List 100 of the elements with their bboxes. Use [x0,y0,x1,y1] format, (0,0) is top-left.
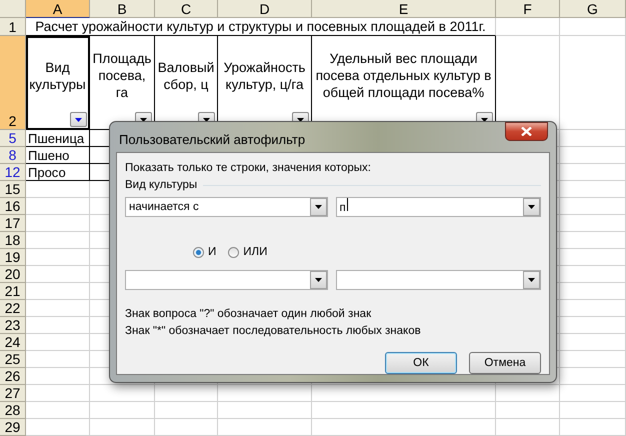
row-header[interactable]: 1 [0,18,26,36]
radio-icon[interactable] [228,247,240,258]
radio-icon[interactable] [193,247,204,258]
dropdown-arrow-icon [528,205,535,209]
grid-cell[interactable] [560,283,626,300]
grid-cell[interactable] [496,419,560,436]
grid-cell[interactable] [312,402,496,419]
grid-cell[interactable] [560,249,626,266]
grid-cell[interactable] [560,266,626,283]
close-icon [521,127,532,136]
row-header[interactable]: 16 [0,198,26,215]
dropdown-button[interactable] [523,271,540,289]
grid-cell[interactable] [90,419,155,436]
grid-cell[interactable] [26,300,90,317]
grid-cell[interactable] [560,215,626,232]
grid-cell[interactable] [496,385,560,402]
dropdown-arrow-icon [481,118,488,122]
grid-cell[interactable] [560,385,626,402]
grid-cell[interactable] [218,385,312,402]
grid-cell[interactable] [155,419,218,436]
row-header[interactable]: 5 [0,130,26,147]
grid-cell[interactable] [90,385,155,402]
grid-cell[interactable] [218,402,312,419]
grid-cell[interactable] [560,368,626,385]
grid-cell[interactable] [560,402,626,419]
logic-radio[interactable]: ИЛИ [228,245,268,260]
grid-cell[interactable] [26,232,90,249]
grid-cell[interactable] [560,334,626,351]
select-all-corner[interactable] [0,0,26,18]
column-header[interactable]: G [560,0,626,18]
grid-cell[interactable] [155,402,218,419]
row-header[interactable]: 27 [0,385,26,402]
row-header[interactable]: 25 [0,351,26,368]
close-button[interactable] [505,122,548,141]
dropdown-arrow-icon [314,205,322,209]
grid-cell[interactable] [26,283,90,300]
column-header[interactable]: E [312,0,496,18]
grid-cell[interactable] [496,402,560,419]
column-header[interactable]: B [90,0,155,18]
grid-cell[interactable] [26,215,90,232]
value-combo-field[interactable] [336,270,541,290]
row-header[interactable]: 18 [0,232,26,249]
row-header[interactable]: 29 [0,419,26,436]
dialog-button[interactable]: ОК [385,352,457,374]
row-header[interactable]: 8 [0,147,26,164]
grid-cell[interactable] [26,181,90,198]
grid-cell[interactable] [496,18,560,36]
row-header[interactable]: 17 [0,215,26,232]
grid-cell[interactable] [26,351,90,368]
grid-cell[interactable] [26,368,90,385]
grid-cell[interactable] [560,351,626,368]
grid-cell[interactable] [26,419,90,436]
row-header[interactable]: 12 [0,164,26,181]
grid-cell[interactable] [155,385,218,402]
grid-cell[interactable] [26,266,90,283]
grid-cell[interactable] [560,419,626,436]
grid-cell[interactable] [26,198,90,215]
row-header[interactable]: 28 [0,402,26,419]
row-header[interactable]: 22 [0,300,26,317]
grid-cell[interactable] [560,147,626,164]
row-header[interactable]: 23 [0,317,26,334]
grid-cell[interactable] [560,18,626,36]
row-header[interactable]: 26 [0,368,26,385]
column-header[interactable]: F [496,0,560,18]
dropdown-button[interactable] [310,271,327,289]
grid-cell[interactable] [312,385,496,402]
grid-cell[interactable] [26,402,90,419]
grid-cell[interactable] [26,385,90,402]
row-header[interactable]: 20 [0,266,26,283]
grid-cell[interactable] [560,164,626,181]
row-header[interactable]: 21 [0,283,26,300]
dropdown-button[interactable] [310,198,327,216]
grid-cell[interactable] [90,402,155,419]
logic-radio[interactable]: И [193,245,216,260]
column-header[interactable]: A [26,0,90,18]
grid-cell[interactable] [312,419,496,436]
row-header[interactable]: 2 [0,36,26,130]
row-header[interactable]: 15 [0,181,26,198]
column-heading-cell[interactable]: Вид культуры [26,36,90,130]
grid-cell[interactable] [560,198,626,215]
operator-dropdown[interactable]: начинается с [125,197,328,217]
column-header[interactable]: C [155,0,218,18]
grid-cell[interactable] [560,317,626,334]
grid-cell[interactable] [560,36,626,130]
grid-cell[interactable] [560,232,626,249]
filter-button[interactable] [70,112,87,127]
row-header[interactable]: 24 [0,334,26,351]
grid-cell[interactable] [26,249,90,266]
grid-cell[interactable] [560,181,626,198]
column-header[interactable]: D [218,0,312,18]
dialog-button[interactable]: Отмена [469,352,541,374]
grid-cell[interactable] [560,130,626,147]
grid-cell[interactable] [26,317,90,334]
grid-cell[interactable] [26,334,90,351]
grid-cell[interactable] [560,300,626,317]
dropdown-arrow-icon [140,118,147,122]
value-combo-field[interactable]: п [336,197,541,217]
row-header[interactable]: 19 [0,249,26,266]
grid-cell[interactable] [218,419,312,436]
dropdown-button[interactable] [523,198,540,216]
